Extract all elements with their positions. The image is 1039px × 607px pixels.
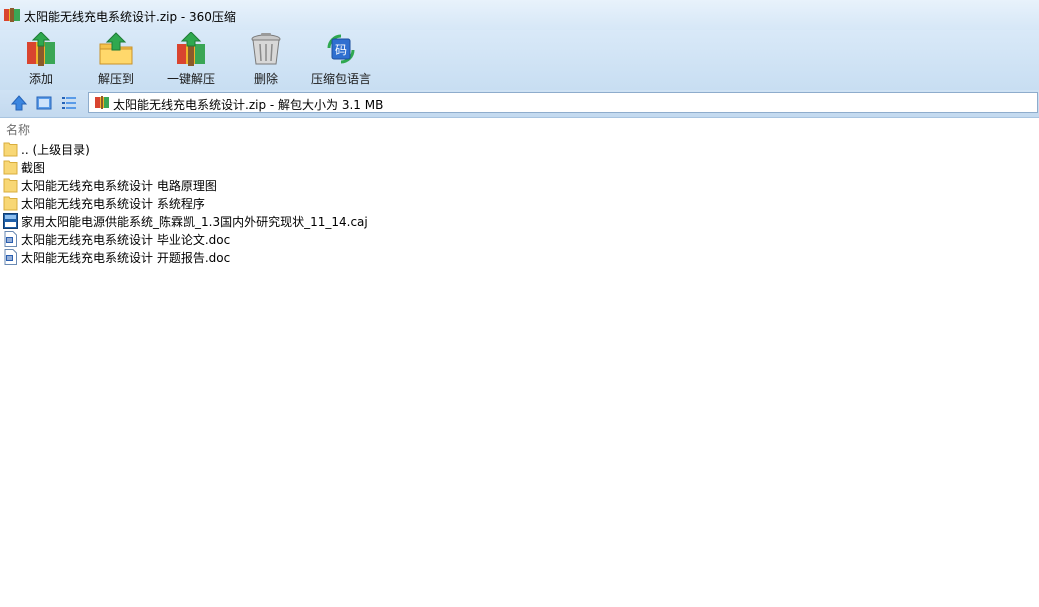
file-name: 截图 [21, 161, 46, 175]
file-name: 太阳能无线充电系统设计 电路原理图 [21, 179, 217, 193]
address-text: 太阳能无线充电系统设计.zip - 解包大小为 3.1 MB [113, 98, 384, 112]
navigation-bar: 太阳能无线充电系统设计.zip - 解包大小为 3.1 MB [0, 90, 1039, 118]
column-name-header[interactable]: 名称 [6, 121, 30, 138]
word-doc-icon [4, 249, 17, 265]
trash-icon [251, 33, 281, 65]
list-item-file[interactable]: 家用太阳能电源供能系统_陈霖凯_1.3国内外研究现状_11_14.caj [0, 212, 1039, 230]
file-name: 太阳能无线充电系统设计 系统程序 [21, 197, 205, 211]
delete-label: 删除 [253, 72, 278, 86]
list-item-folder[interactable]: 截图 [0, 158, 1039, 176]
folder-icon [3, 196, 18, 211]
archive-app-icon [4, 8, 20, 22]
svg-text:码: 码 [335, 43, 347, 57]
folder-icon [3, 178, 18, 193]
caj-file-icon [3, 213, 18, 229]
list-item-parent-dir[interactable]: .. (上级目录) [0, 140, 1039, 158]
file-name: 家用太阳能电源供能系统_陈霖凯_1.3国内外研究现状_11_14.caj [21, 215, 368, 229]
toolbar: 添加 解压到 一键解压 删除 码 压缩包语言 [0, 30, 1039, 90]
list-view-icon[interactable] [60, 94, 78, 112]
archive-language-label: 压缩包语言 [310, 72, 371, 86]
app-window: 太阳能无线充电系统设计.zip - 360压缩 添加 解压到 一键解压 删除 码… [0, 0, 1039, 607]
add-label: 添加 [28, 72, 53, 86]
one-click-extract-button[interactable]: 一键解压 [160, 30, 222, 90]
archive-language-icon: 码 [327, 34, 355, 64]
list-item-file[interactable]: 太阳能无线充电系统设计 毕业论文.doc [0, 230, 1039, 248]
delete-button[interactable]: 删除 [244, 30, 288, 90]
add-button[interactable]: 添加 [18, 30, 64, 90]
folder-icon [3, 142, 18, 157]
list-item-folder[interactable]: 太阳能无线充电系统设计 电路原理图 [0, 176, 1039, 194]
list-item-folder[interactable]: 太阳能无线充电系统设计 系统程序 [0, 194, 1039, 212]
file-name: 太阳能无线充电系统设计 开题报告.doc [21, 251, 231, 265]
one-click-extract-label: 一键解压 [166, 72, 215, 86]
column-header: 名称 [0, 118, 1039, 138]
window-title: 太阳能无线充电系统设计.zip - 360压缩 [24, 10, 236, 24]
address-bar[interactable]: 太阳能无线充电系统设计.zip - 解包大小为 3.1 MB [88, 92, 1038, 113]
add-archive-icon [27, 32, 55, 66]
extract-to-label: 解压到 [97, 72, 134, 86]
list-item-file[interactable]: 太阳能无线充电系统设计 开题报告.doc [0, 248, 1039, 266]
extract-to-icon [99, 32, 133, 65]
file-name: .. (上级目录) [21, 143, 90, 157]
up-arrow-icon[interactable] [10, 94, 28, 112]
archive-language-button[interactable]: 码 压缩包语言 [308, 30, 374, 90]
archive-file-icon [95, 96, 109, 109]
file-name: 太阳能无线充电系统设计 毕业论文.doc [21, 233, 231, 247]
extract-to-button[interactable]: 解压到 [92, 30, 140, 90]
one-click-extract-icon [177, 32, 205, 66]
folder-icon [3, 160, 18, 175]
title-bar: 太阳能无线充电系统设计.zip - 360压缩 [0, 0, 1039, 30]
word-doc-icon [4, 231, 17, 247]
thumbnail-view-icon[interactable] [35, 94, 53, 112]
